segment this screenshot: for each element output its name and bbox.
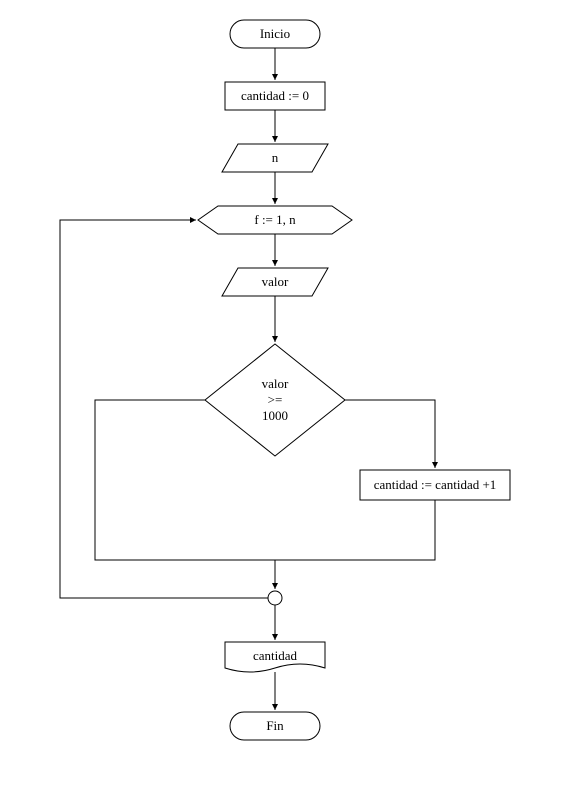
output-cantidad: cantidad bbox=[225, 642, 325, 672]
end-label: Fin bbox=[266, 718, 284, 733]
start-label: Inicio bbox=[260, 26, 290, 41]
increment-label: cantidad := cantidad +1 bbox=[374, 477, 497, 492]
decision-line1: valor bbox=[262, 376, 289, 391]
terminal-end: Fin bbox=[230, 712, 320, 740]
terminal-start: Inicio bbox=[230, 20, 320, 48]
connector-circle bbox=[268, 591, 282, 605]
input-valor-label: valor bbox=[262, 274, 289, 289]
decision-line2: >= bbox=[268, 392, 283, 407]
flowchart-canvas: Inicio cantidad := 0 n f := 1, n valor v… bbox=[0, 0, 586, 782]
output-label: cantidad bbox=[253, 648, 298, 663]
loop-preparation: f := 1, n bbox=[198, 206, 352, 234]
decision-line3: 1000 bbox=[262, 408, 288, 423]
process-increment: cantidad := cantidad +1 bbox=[360, 470, 510, 500]
input-n: n bbox=[222, 144, 328, 172]
input-valor: valor bbox=[222, 268, 328, 296]
input-n-label: n bbox=[272, 150, 279, 165]
decision-valor: valor >= 1000 bbox=[205, 344, 345, 456]
process-init: cantidad := 0 bbox=[225, 82, 325, 110]
loop-label: f := 1, n bbox=[254, 212, 296, 227]
init-label: cantidad := 0 bbox=[241, 88, 309, 103]
